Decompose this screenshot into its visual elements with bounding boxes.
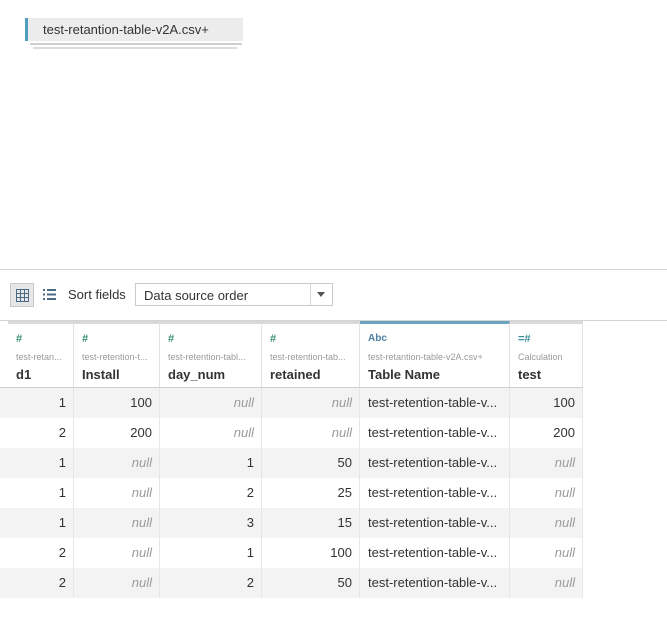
table-row[interactable]: 2 null 1 100 test-retention-table-v... null	[0, 538, 583, 568]
column-header-d1[interactable]: # test-retan... d1	[8, 321, 74, 387]
column-header-install[interactable]: # test-retention-t... Install	[74, 321, 160, 387]
table-cell[interactable]: null	[74, 508, 160, 538]
sort-fields-value: Data source order	[144, 288, 249, 303]
column-header-test[interactable]: =# Calculation test	[510, 321, 583, 387]
table-row[interactable]: 1 null 3 15 test-retention-table-v... null	[0, 508, 583, 538]
table-row[interactable]: 1 null 2 25 test-retention-table-v... null	[0, 478, 583, 508]
table-cell[interactable]: 50	[262, 448, 360, 478]
table-pill-stack-shadow	[33, 47, 237, 49]
table-cell[interactable]: null	[160, 388, 262, 418]
table-row[interactable]: 2 null 2 50 test-retention-table-v... null	[0, 568, 583, 598]
number-type-icon[interactable]: #	[82, 333, 88, 345]
column-source: test-retantion-table-v2A.csv+	[368, 352, 483, 362]
list-icon	[43, 289, 56, 300]
table-cell[interactable]: 1	[0, 388, 74, 418]
table-cell[interactable]: null	[262, 418, 360, 448]
table-cell[interactable]: test-retention-table-v...	[360, 448, 510, 478]
table-cell[interactable]: 100	[262, 538, 360, 568]
column-source: test-retention-tabl...	[168, 352, 246, 362]
column-header-table-name[interactable]: Abc test-retantion-table-v2A.csv+ Table …	[360, 321, 510, 387]
table-cell[interactable]: 3	[160, 508, 262, 538]
table-cell[interactable]: null	[510, 568, 583, 598]
number-type-icon[interactable]: #	[16, 333, 22, 345]
column-name: Table Name	[368, 367, 441, 382]
column-source: test-retan...	[16, 352, 62, 362]
number-type-icon[interactable]: #	[270, 333, 276, 345]
grid-view-button[interactable]	[10, 283, 34, 307]
table-cell[interactable]: null	[510, 448, 583, 478]
table-cell[interactable]: test-retention-table-v...	[360, 568, 510, 598]
data-grid: # test-retan... d1 # test-retention-t...…	[0, 321, 667, 642]
table-cell[interactable]: null	[74, 478, 160, 508]
column-header-day-num[interactable]: # test-retention-tabl... day_num	[160, 321, 262, 387]
column-header-retained[interactable]: # test-retention-tab... retained	[262, 321, 360, 387]
table-pill-stack-shadow	[30, 43, 242, 45]
table-cell[interactable]: 1	[0, 478, 74, 508]
list-view-button[interactable]	[38, 283, 62, 307]
sort-fields-label: Sort fields	[68, 287, 126, 302]
column-name: Install	[82, 367, 120, 382]
column-name: retained	[270, 367, 321, 382]
sort-fields-select[interactable]: Data source order	[135, 283, 333, 306]
column-name: day_num	[168, 367, 226, 382]
table-pill[interactable]: test-retantion-table-v2A.csv+	[25, 18, 243, 41]
table-cell[interactable]: 200	[74, 418, 160, 448]
table-cell[interactable]: 25	[262, 478, 360, 508]
data-grid-toolbar: Sort fields Data source order	[0, 269, 667, 321]
table-cell[interactable]: test-retention-table-v...	[360, 538, 510, 568]
data-source-canvas: test-retantion-table-v2A.csv+	[0, 0, 667, 270]
table-cell[interactable]: test-retention-table-v...	[360, 418, 510, 448]
table-cell[interactable]: 50	[262, 568, 360, 598]
table-cell[interactable]: null	[74, 448, 160, 478]
table-cell[interactable]: null	[510, 478, 583, 508]
table-cell[interactable]: test-retention-table-v...	[360, 478, 510, 508]
table-cell[interactable]: 1	[160, 538, 262, 568]
table-cell[interactable]: 2	[0, 418, 74, 448]
table-cell[interactable]: 1	[160, 448, 262, 478]
table-cell[interactable]: null	[262, 388, 360, 418]
table-cell[interactable]: 100	[510, 388, 583, 418]
table-cell[interactable]: 2	[0, 568, 74, 598]
table-cell[interactable]: test-retention-table-v...	[360, 388, 510, 418]
grid-icon	[16, 289, 29, 302]
table-cell[interactable]: null	[510, 538, 583, 568]
table-cell[interactable]: 15	[262, 508, 360, 538]
column-source: test-retention-t...	[82, 352, 148, 362]
string-type-icon[interactable]: Abc	[368, 333, 387, 344]
number-type-icon[interactable]: #	[168, 333, 174, 345]
table-cell[interactable]: null	[74, 568, 160, 598]
table-row[interactable]: 1 null 1 50 test-retention-table-v... null	[0, 448, 583, 478]
table-cell[interactable]: 100	[74, 388, 160, 418]
table-cell[interactable]: 2	[160, 478, 262, 508]
column-source: Calculation	[518, 352, 563, 362]
table-cell[interactable]: 2	[0, 538, 74, 568]
table-cell[interactable]: 1	[0, 508, 74, 538]
table-cell[interactable]: test-retention-table-v...	[360, 508, 510, 538]
table-cell[interactable]: null	[510, 508, 583, 538]
table-row[interactable]: 2 200 null null test-retention-table-v... 200	[0, 418, 583, 448]
table-row[interactable]: 1 100 null null test-retention-table-v... 100	[0, 388, 583, 418]
table-cell[interactable]: 2	[160, 568, 262, 598]
chevron-down-icon[interactable]	[310, 284, 332, 305]
column-name: test	[518, 367, 542, 382]
column-source: test-retention-tab...	[270, 352, 346, 362]
table-cell[interactable]: 200	[510, 418, 583, 448]
table-cell[interactable]: 1	[0, 448, 74, 478]
table-cell[interactable]: null	[160, 418, 262, 448]
column-name: d1	[16, 367, 32, 382]
calculation-type-icon[interactable]: =#	[518, 333, 531, 345]
table-cell[interactable]: null	[74, 538, 160, 568]
table-pill-label: test-retantion-table-v2A.csv+	[43, 22, 209, 37]
grid-header-row: # test-retan... d1 # test-retention-t...…	[0, 321, 583, 388]
